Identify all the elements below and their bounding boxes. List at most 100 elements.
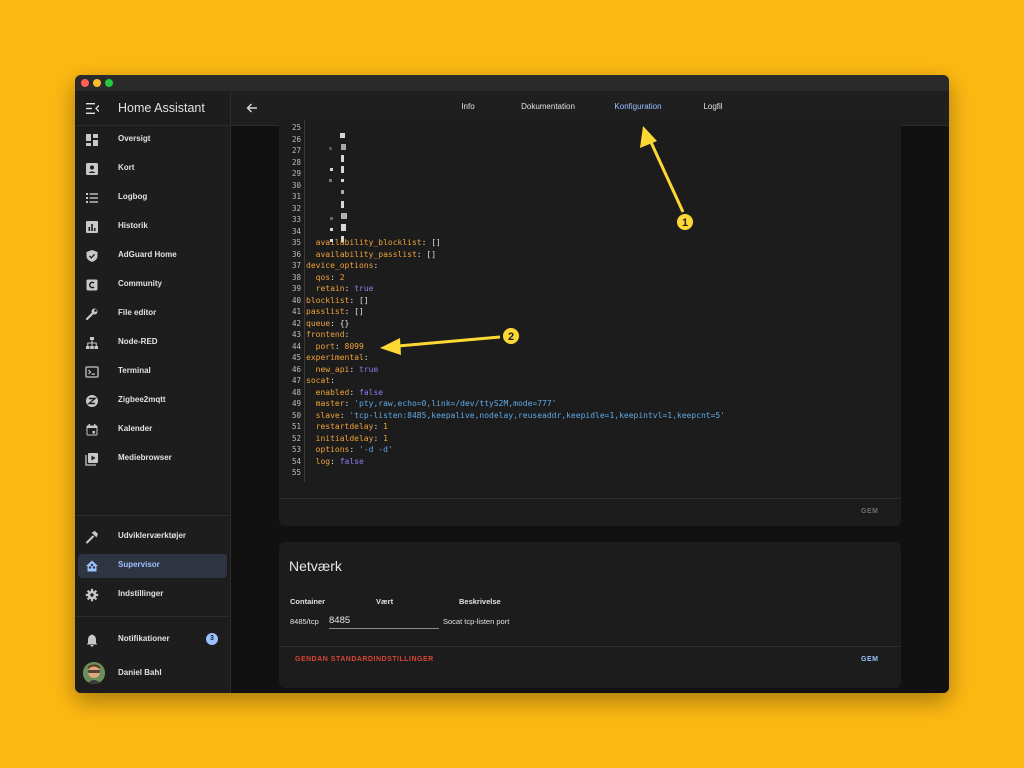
sidebar-item-label: Zigbee2mqtt <box>118 395 166 404</box>
line-number: 50 <box>291 410 301 420</box>
user-name: Daniel Bahl <box>118 668 162 677</box>
sidebar-item-label: Indstillinger <box>118 589 164 598</box>
sidebar-item-historik[interactable]: Historik <box>78 215 227 239</box>
notification-count-badge: 3 <box>206 633 218 645</box>
line-number: 28 <box>291 157 301 167</box>
avatar <box>83 662 105 684</box>
redacted-block <box>341 144 346 150</box>
code-line: enabled: false <box>315 387 384 397</box>
editor-gutter-divider <box>304 120 305 482</box>
sidebar-item-mediebrowser[interactable]: Mediebrowser <box>78 447 227 471</box>
sidebar-item-user[interactable]: Daniel Bahl <box>78 662 227 686</box>
sidebar-item-label: Historik <box>118 221 148 230</box>
redacted-block <box>341 190 344 194</box>
sidebar-item-supervisor[interactable]: Supervisor <box>78 554 227 578</box>
port-description: Socat tcp-listen port <box>443 617 510 626</box>
community-icon <box>86 279 98 291</box>
line-number: 33 <box>291 215 301 224</box>
line-number: 38 <box>291 272 301 282</box>
code-line: master: 'pty,raw,echo=0,link=/dev/ttyS2M… <box>315 399 557 408</box>
sidebar-item-label: Supervisor <box>118 560 160 569</box>
redacted-block <box>330 168 333 171</box>
sidebar-item-indstillinger[interactable]: Indstillinger <box>78 583 227 607</box>
code-line: queue: {} <box>306 318 350 328</box>
redacted-block <box>329 179 332 182</box>
container-port: 8485/tcp <box>290 617 319 626</box>
menu-icon[interactable] <box>86 103 99 114</box>
save-network-button[interactable]: GEM <box>861 656 878 663</box>
line-number: 53 <box>291 445 301 454</box>
sidebar-item-udviklervaerktojer[interactable]: Udviklerværktøjer <box>78 525 227 549</box>
reset-defaults-button[interactable]: GENDAN STANDARDINDSTILLINGER <box>295 656 434 663</box>
sidebar-item-label: Terminal <box>118 366 151 375</box>
line-number: 40 <box>291 295 301 305</box>
redacted-block <box>340 133 345 138</box>
redacted-block <box>330 228 333 231</box>
sidebar-item-label: Udviklerværktøjer <box>118 531 187 540</box>
column-header-description: Beskrivelse <box>459 597 501 606</box>
logbook-icon <box>86 193 98 203</box>
code-line: slave: 'tcp-listen:8485,keepalive,nodela… <box>315 410 726 420</box>
line-number: 39 <box>291 284 301 293</box>
code-line: experimental: <box>306 353 369 362</box>
yaml-editor[interactable]: 25 26 27 28 29 30 31 32 33 34 35 availability_bloc… <box>279 120 901 492</box>
line-number: 43 <box>291 330 301 339</box>
host-port-input[interactable] <box>329 612 439 629</box>
sidebar-item-label: Logbog <box>118 192 148 201</box>
hammer-icon <box>86 531 98 544</box>
line-number: 35 <box>291 238 301 247</box>
line-number: 46 <box>291 364 301 374</box>
play-box-icon <box>85 453 98 466</box>
sidebar-item-kort[interactable]: Kort <box>78 157 227 181</box>
code-line: new_api: true <box>315 364 379 374</box>
calendar-icon <box>86 424 98 436</box>
zigbee-icon <box>86 395 98 407</box>
redacted-block <box>341 179 344 182</box>
sidebar-item-node-red[interactable]: Node-RED <box>78 331 227 355</box>
code-line: retain: true <box>315 284 374 293</box>
sidebar-item-terminal[interactable]: Terminal <box>78 360 227 384</box>
redacted-block <box>341 236 344 242</box>
minimize-window-button[interactable] <box>93 79 101 87</box>
sidebar-item-logbog[interactable]: Logbog <box>78 186 227 210</box>
redacted-block <box>341 224 346 231</box>
app-title: Home Assistant <box>118 101 205 115</box>
redacted-block <box>341 166 344 173</box>
sidebar-divider <box>75 515 230 516</box>
arrow-left-icon[interactable] <box>245 101 259 115</box>
redacted-block <box>329 147 332 150</box>
line-number: 52 <box>291 433 301 443</box>
code-line: passlist: [] <box>306 307 364 316</box>
sidebar-item-label: Node-RED <box>118 337 158 346</box>
sidebar-item-community[interactable]: Community <box>78 273 227 297</box>
sidebar: Home Assistant Oversigt Kort Logbog Hist… <box>75 91 231 693</box>
callout-badge-2: 2 <box>502 327 520 345</box>
wrench-icon <box>85 308 98 321</box>
sidebar-item-oversigt[interactable]: Oversigt <box>78 128 227 152</box>
sidebar-item-kalender[interactable]: Kalender <box>78 418 227 442</box>
redacted-block <box>341 213 347 219</box>
line-number: 32 <box>291 203 301 213</box>
save-button[interactable]: GEM <box>861 508 878 515</box>
history-icon <box>86 221 98 233</box>
sidebar-item-label: Oversigt <box>118 134 151 143</box>
sidebar-item-adguard-home[interactable]: AdGuard Home <box>78 244 227 268</box>
card-divider <box>279 646 901 647</box>
code-line: socat: <box>306 376 335 385</box>
line-number: 37 <box>291 261 301 270</box>
close-window-button[interactable] <box>81 79 89 87</box>
map-icon <box>86 163 98 175</box>
line-number: 27 <box>291 146 301 155</box>
sidebar-item-zigbee2mqtt[interactable]: Zigbee2mqtt <box>78 389 227 413</box>
sidebar-item-file-editor[interactable]: File editor <box>78 302 227 326</box>
window-titlebar <box>75 75 949 91</box>
line-number: 25 <box>291 123 301 132</box>
bell-icon <box>86 634 98 647</box>
sidebar-item-label: AdGuard Home <box>118 250 177 259</box>
line-number: 55 <box>291 468 301 477</box>
code-line: frontend: <box>306 330 350 339</box>
maximize-window-button[interactable] <box>105 79 113 87</box>
sidebar-item-notifikationer[interactable]: Notifikationer 3 <box>78 628 227 652</box>
sidebar-item-label: Mediebrowser <box>118 453 172 462</box>
sidebar-item-label: Kort <box>118 163 135 172</box>
